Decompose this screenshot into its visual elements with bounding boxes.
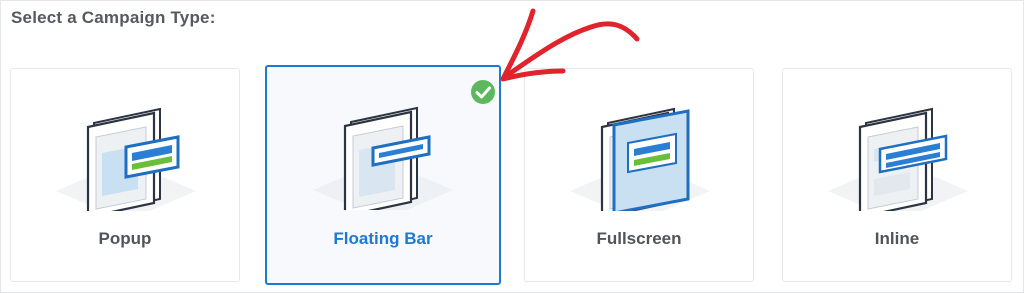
campaign-type-label: Inline [874, 229, 920, 248]
floating-bar-window-icon [313, 106, 453, 210]
campaign-type-inline[interactable]: Inline [782, 68, 1012, 282]
campaign-type-floating-bar[interactable]: Floating Bar [265, 65, 501, 285]
campaign-type-label: Popup [98, 229, 152, 248]
page-title: Select a Campaign Type: [11, 8, 216, 27]
inline-window-icon [828, 107, 968, 211]
campaign-type-label: Floating Bar [333, 229, 433, 248]
campaign-type-fullscreen[interactable]: Fullscreen [524, 68, 754, 282]
campaign-type-popup[interactable]: Popup [10, 68, 240, 282]
fullscreen-window-icon [570, 107, 710, 211]
popup-window-icon [56, 107, 196, 211]
check-circle-icon [471, 80, 495, 104]
campaign-type-panel: Select a Campaign Type: Popup Floating B… [0, 0, 1024, 293]
campaign-type-label: Fullscreen [596, 229, 682, 248]
